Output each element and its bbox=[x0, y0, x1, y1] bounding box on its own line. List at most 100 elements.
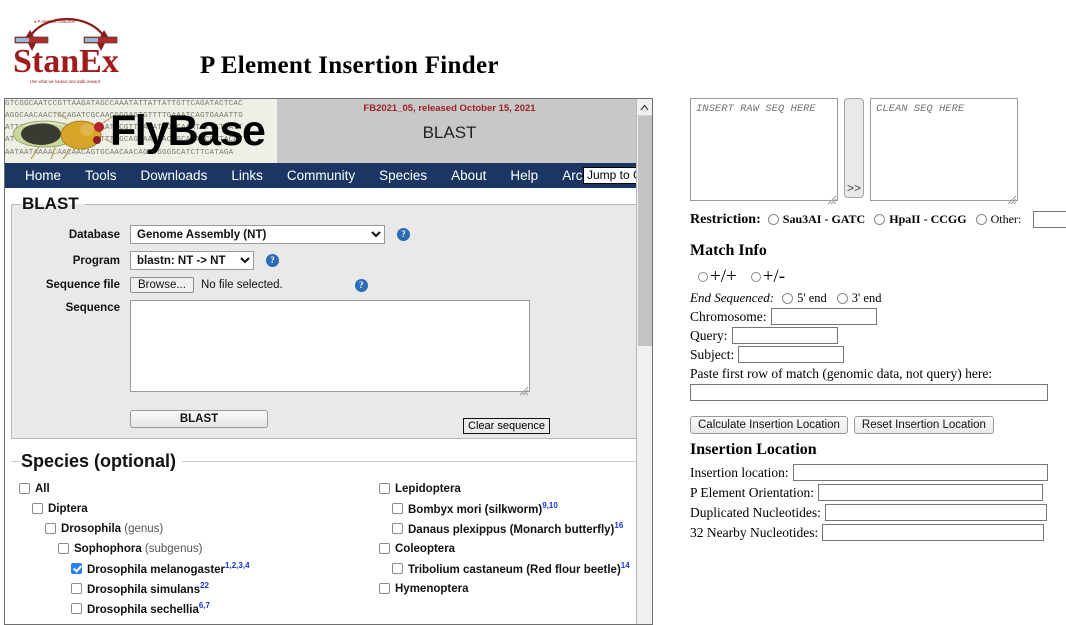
checkbox-icon[interactable] bbox=[392, 523, 403, 534]
nav-item-links[interactable]: Links bbox=[219, 168, 275, 183]
checkbox-icon[interactable] bbox=[71, 583, 82, 594]
query-input[interactable] bbox=[731, 327, 838, 344]
p-element-orientation-input[interactable] bbox=[817, 484, 1043, 501]
nav-item-tools[interactable]: Tools bbox=[73, 168, 129, 183]
species-row[interactable]: Danaus plexippus (Monarch butterfly)16 bbox=[392, 520, 639, 537]
species-row[interactable]: Drosophila melanogaster1,2,3,4 bbox=[71, 560, 379, 577]
species-row[interactable]: Drosophila simulans22 bbox=[71, 580, 379, 597]
calculate-insertion-location-button[interactable]: Calculate Insertion Location bbox=[690, 416, 848, 434]
restriction-option-hpaii[interactable]: HpaII - CCGG bbox=[874, 212, 967, 227]
checkbox-icon[interactable] bbox=[392, 563, 403, 574]
species-reference-links[interactable]: 16 bbox=[614, 521, 623, 530]
species-name: Drosophila sechellia6,7 bbox=[87, 601, 210, 616]
vertical-scrollbar[interactable] bbox=[636, 99, 652, 624]
radio-icon[interactable] bbox=[975, 214, 987, 225]
scrollbar-thumb[interactable] bbox=[638, 116, 652, 346]
restriction-option-label: Other: bbox=[990, 212, 1022, 226]
zygosity-option-heterozygous[interactable]: +/- bbox=[750, 266, 786, 288]
help-icon[interactable]: ? bbox=[266, 254, 279, 267]
restriction-option-sau3ai[interactable]: Sau3AI - GATC bbox=[767, 212, 865, 227]
radio-icon[interactable] bbox=[750, 272, 761, 282]
subject-label: Subject: bbox=[690, 346, 735, 362]
checkbox-checked-icon[interactable] bbox=[71, 563, 82, 574]
drosophila-fly-icon bbox=[12, 113, 118, 159]
checkbox-icon[interactable] bbox=[392, 503, 403, 514]
species-row[interactable]: Hymenoptera bbox=[379, 580, 639, 597]
species-reference-links[interactable]: 14 bbox=[621, 561, 630, 570]
nav-item-downloads[interactable]: Downloads bbox=[129, 168, 220, 183]
help-icon[interactable]: ? bbox=[397, 228, 410, 241]
sequence-textarea[interactable] bbox=[130, 300, 530, 392]
species-row[interactable]: Drosophila sechellia6,7 bbox=[71, 600, 379, 617]
species-reference-links[interactable]: 6,7 bbox=[199, 601, 210, 610]
duplicated-nucleotides-label: Duplicated Nucleotides: bbox=[690, 504, 821, 520]
nav-item-species[interactable]: Species bbox=[367, 168, 439, 183]
species-row[interactable]: Lepidoptera bbox=[379, 480, 639, 497]
species-name: Diptera bbox=[48, 502, 88, 515]
insertion-location-input[interactable] bbox=[792, 464, 1048, 481]
database-select[interactable]: Genome Assembly (NT) bbox=[130, 225, 385, 244]
species-reference-links[interactable]: 1,2,3,4 bbox=[225, 561, 249, 570]
species-rank: (genus) bbox=[121, 522, 164, 535]
species-reference-links[interactable]: 9,10 bbox=[542, 501, 558, 510]
checkbox-icon[interactable] bbox=[32, 503, 43, 514]
species-row[interactable]: Tribolium castaneum (Red flour beetle)14 bbox=[392, 560, 639, 577]
end-option-3prime[interactable]: 3' end bbox=[836, 290, 882, 306]
duplicated-nucleotides-row: Duplicated Nucleotides: bbox=[690, 504, 1066, 521]
sequence-file-row: Sequence file Browse... No file selected… bbox=[20, 277, 637, 293]
no-file-selected-text: No file selected. bbox=[200, 279, 283, 291]
blast-legend: BLAST bbox=[22, 194, 79, 213]
p-element-orientation-label: P Element Orientation: bbox=[690, 484, 814, 500]
restriction-option-other[interactable]: Other: bbox=[975, 212, 1022, 227]
radio-icon[interactable] bbox=[698, 272, 708, 282]
radio-icon[interactable] bbox=[782, 292, 794, 304]
blast-submit-button[interactable]: BLAST bbox=[130, 410, 268, 428]
svg-text:StanEx: StanEx bbox=[13, 43, 119, 80]
species-reference-links[interactable]: 22 bbox=[200, 581, 209, 590]
radio-icon[interactable] bbox=[767, 214, 779, 225]
duplicated-nucleotides-input[interactable] bbox=[824, 504, 1047, 521]
chromosome-label: Chromosome: bbox=[690, 308, 767, 324]
restriction-other-input[interactable] bbox=[1033, 211, 1066, 228]
species-row[interactable]: Bombyx mori (silkworm)9,10 bbox=[392, 500, 639, 517]
checkbox-icon[interactable] bbox=[71, 603, 82, 614]
subject-input[interactable] bbox=[738, 346, 845, 363]
query-row: Query: bbox=[690, 327, 1066, 344]
chromosome-input[interactable] bbox=[770, 308, 877, 325]
clear-sequence-button[interactable]: Clear sequence bbox=[463, 418, 551, 434]
nav-item-home[interactable]: Home bbox=[13, 168, 73, 183]
radio-icon[interactable] bbox=[836, 292, 848, 304]
program-select[interactable]: blastn: NT -> NT bbox=[130, 251, 254, 270]
species-name: Tribolium castaneum (Red flour beetle)14 bbox=[408, 561, 630, 576]
raw-sequence-textarea[interactable] bbox=[690, 98, 838, 201]
radio-icon[interactable] bbox=[874, 214, 886, 225]
end-option-5prime[interactable]: 5' end bbox=[782, 291, 827, 306]
zygosity-option-homozygous[interactable]: +/+ bbox=[698, 266, 737, 288]
transfer-sequence-button[interactable]: >> bbox=[844, 98, 864, 198]
checkbox-icon[interactable] bbox=[58, 543, 69, 554]
nav-item-community[interactable]: Community bbox=[275, 168, 367, 183]
checkbox-icon[interactable] bbox=[19, 483, 30, 494]
chromosome-row: Chromosome: bbox=[690, 308, 1066, 325]
zygosity-label: +/- bbox=[762, 266, 786, 287]
nav-item-help[interactable]: Help bbox=[498, 168, 550, 183]
nav-item-about[interactable]: About bbox=[439, 168, 498, 183]
species-row[interactable]: Diptera bbox=[32, 500, 379, 517]
species-row[interactable]: Drosophila (genus) bbox=[45, 520, 379, 537]
help-icon[interactable]: ? bbox=[354, 278, 368, 292]
end-option-label: 3' end bbox=[851, 290, 882, 305]
checkbox-icon[interactable] bbox=[379, 543, 390, 554]
checkbox-icon[interactable] bbox=[45, 523, 56, 534]
flybase-release-text: FB2021_05, released October 15, 2021 bbox=[363, 103, 536, 114]
browse-button[interactable]: Browse... bbox=[130, 277, 194, 293]
checkbox-icon[interactable] bbox=[379, 483, 390, 494]
species-row[interactable]: All bbox=[19, 480, 379, 497]
nearby-nucleotides-input[interactable] bbox=[822, 524, 1045, 541]
clean-sequence-textarea[interactable] bbox=[870, 98, 1018, 201]
species-row[interactable]: Sophophora (subgenus) bbox=[58, 540, 379, 557]
reset-insertion-location-button[interactable]: Reset Insertion Location bbox=[853, 416, 994, 434]
paste-first-row-input[interactable] bbox=[690, 384, 1048, 401]
species-row[interactable]: Coleoptera bbox=[379, 540, 639, 557]
checkbox-icon[interactable] bbox=[379, 583, 390, 594]
scroll-up-arrow-icon[interactable] bbox=[637, 99, 652, 116]
